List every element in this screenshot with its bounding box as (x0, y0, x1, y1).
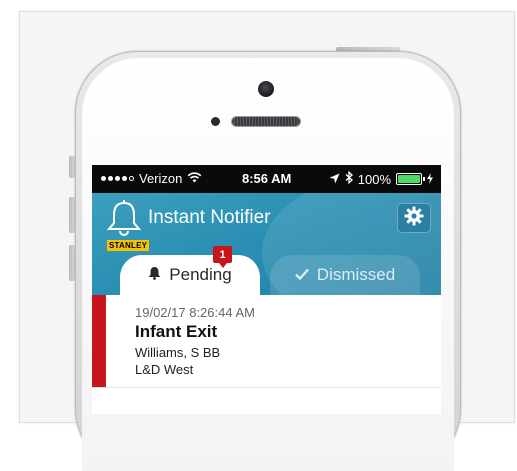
earpiece-speaker (232, 117, 300, 126)
tab-dismissed[interactable]: Dismissed (270, 255, 420, 295)
tab-pending-label: Pending (169, 265, 232, 284)
notification-title: Infant Exit (135, 322, 218, 341)
phone-screen: Verizon 8:56 AM 100% STANLEY Instant Not… (92, 165, 441, 414)
notification-person: Williams, S BB (135, 345, 221, 360)
battery-percent: 100% (357, 171, 391, 187)
app-header: STANLEY Instant Notifier Pending 1 Dismi… (92, 193, 441, 295)
status-time: 8:56 AM (242, 171, 292, 186)
status-bar: Verizon 8:56 AM 100% (92, 165, 441, 193)
stanley-logo: STANLEY (107, 240, 150, 251)
app-title: Instant Notifier (148, 207, 271, 228)
proximity-sensor (211, 117, 220, 126)
bell-icon (148, 265, 161, 285)
notification-item[interactable]: 19/02/17 8:26:44 AM Infant Exit Williams… (92, 295, 441, 388)
wifi-icon (187, 171, 202, 186)
checkmark-icon (294, 265, 309, 285)
bell-logo-icon (106, 197, 142, 241)
front-camera (258, 81, 274, 97)
bluetooth-icon (345, 170, 353, 187)
settings-button[interactable] (397, 203, 431, 233)
tab-dismissed-label: Dismissed (316, 265, 396, 284)
notification-location: L&D West (135, 362, 194, 377)
status-left: Verizon (101, 171, 202, 186)
tab-pending[interactable]: Pending (120, 255, 260, 295)
alert-stripe (92, 295, 106, 387)
pending-count-badge: 1 (213, 246, 232, 268)
signal-strength-icon (101, 176, 134, 181)
status-right: 100% (329, 170, 433, 187)
battery-icon (396, 173, 425, 185)
notification-timestamp: 19/02/17 8:26:44 AM (135, 305, 255, 320)
gear-icon (404, 206, 424, 231)
notification-list: 19/02/17 8:26:44 AM Infant Exit Williams… (92, 295, 441, 414)
location-arrow-icon (329, 172, 340, 187)
carrier-label: Verizon (139, 171, 183, 186)
charging-bolt-icon (427, 172, 433, 187)
